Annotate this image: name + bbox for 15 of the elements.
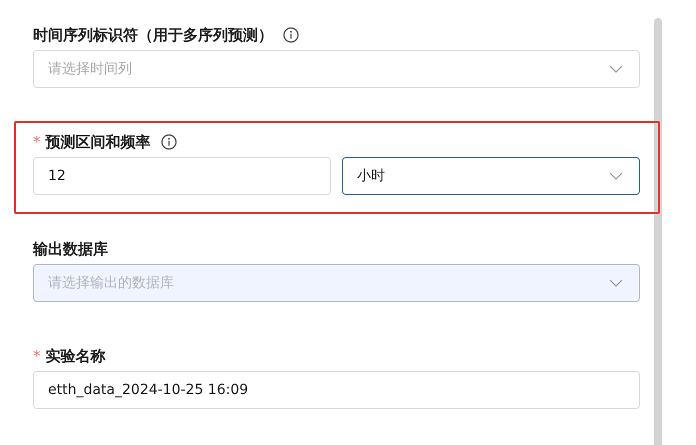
field-label: 实验名称	[46, 346, 106, 366]
unit-select[interactable]: 小时	[342, 157, 640, 195]
required-mark: *	[33, 347, 40, 365]
name-input[interactable]: etth_data_2024-10-25 16:09	[33, 371, 640, 409]
chevron-down-icon	[609, 172, 623, 180]
field-label: 预测区间和频率	[46, 132, 150, 152]
chevron-down-icon	[609, 279, 623, 287]
info-icon[interactable]	[283, 27, 299, 43]
chevron-down-icon	[609, 65, 623, 73]
required-mark: *	[33, 133, 40, 151]
info-icon[interactable]	[160, 134, 176, 150]
field-label: 时间序列标识符（用于多序列预测）	[33, 26, 273, 44]
number-input[interactable]: 12	[33, 157, 331, 195]
field-label: 输出数据库	[33, 240, 108, 258]
scrollbar[interactable]	[654, 18, 662, 445]
